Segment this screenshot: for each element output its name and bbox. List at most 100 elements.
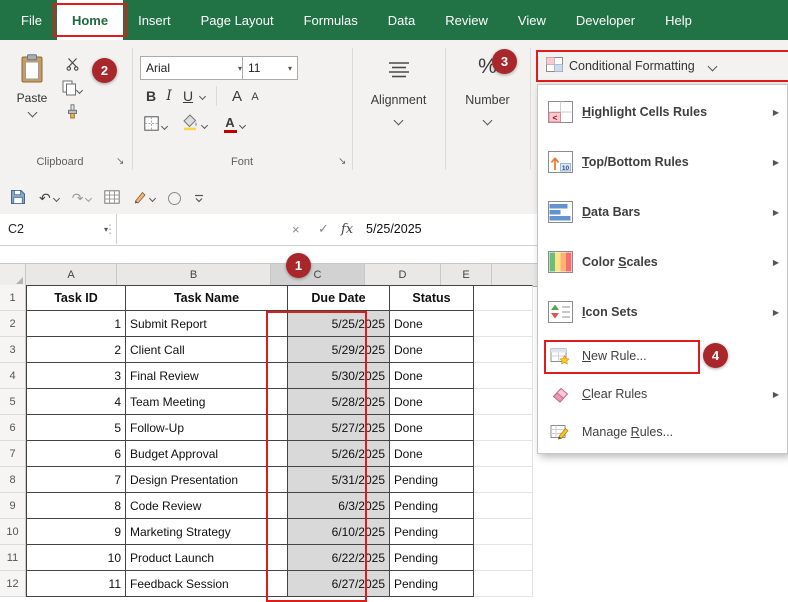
font-dialog-launcher[interactable]: ↘ <box>338 156 346 168</box>
fill-color-button[interactable] <box>180 114 208 136</box>
cell[interactable]: Marketing Strategy <box>126 519 288 545</box>
menu-item-data-bars[interactable]: Data Bars ▶ <box>538 187 787 237</box>
number-chevron[interactable] <box>445 114 530 126</box>
cell[interactable]: 7 <box>26 467 126 493</box>
shrink-font-button[interactable]: A <box>248 88 262 106</box>
cell[interactable] <box>474 311 533 337</box>
cell[interactable]: Budget Approval <box>126 441 288 467</box>
customize-qat-button[interactable] <box>194 191 204 207</box>
cell[interactable]: 2 <box>26 337 126 363</box>
cell[interactable]: 5/30/2025 <box>288 363 390 389</box>
cell[interactable] <box>474 389 533 415</box>
tab-home[interactable]: Home <box>57 0 123 40</box>
cell[interactable]: 9 <box>26 519 126 545</box>
cell[interactable]: 6/22/2025 <box>288 545 390 571</box>
name-box-splitter[interactable]: ⋮ <box>104 214 116 244</box>
cell[interactable]: 3 <box>26 363 126 389</box>
draw-button[interactable] <box>133 190 155 207</box>
cell[interactable]: 5/31/2025 <box>288 467 390 493</box>
borders-button[interactable] <box>142 116 168 136</box>
cell[interactable]: Client Call <box>126 337 288 363</box>
cell[interactable]: Done <box>390 311 474 337</box>
row-header[interactable]: 1 <box>0 285 26 311</box>
row-header[interactable]: 6 <box>0 415 26 441</box>
cell[interactable]: Code Review <box>126 493 288 519</box>
formula-input[interactable]: 5/25/2025 <box>366 214 422 244</box>
insert-function-button[interactable]: fx <box>341 214 353 244</box>
menu-item-clear-rules[interactable]: Clear Rules ▶ <box>538 375 787 413</box>
tab-developer[interactable]: Developer <box>561 0 650 40</box>
cell[interactable]: Done <box>390 441 474 467</box>
name-box[interactable]: C2 ▾ <box>0 214 117 244</box>
tab-formulas[interactable]: Formulas <box>289 0 373 40</box>
cell[interactable] <box>474 415 533 441</box>
cell[interactable]: 5/29/2025 <box>288 337 390 363</box>
bold-button[interactable]: B <box>142 86 160 106</box>
row-header[interactable]: 4 <box>0 363 26 389</box>
cell[interactable]: Pending <box>390 519 474 545</box>
clipboard-dialog-launcher[interactable]: ↘ <box>116 156 124 168</box>
cell[interactable] <box>474 337 533 363</box>
tab-help[interactable]: Help <box>650 0 707 40</box>
paste-button[interactable]: Paste <box>8 54 56 116</box>
save-button[interactable] <box>10 189 26 208</box>
cell-header[interactable]: Task ID <box>26 285 126 311</box>
cell[interactable]: 5/25/2025 <box>288 311 390 337</box>
grow-font-button[interactable]: A <box>228 86 246 106</box>
cell[interactable]: 5/28/2025 <box>288 389 390 415</box>
number-menu-button[interactable]: Number <box>445 92 530 108</box>
row-header[interactable]: 2 <box>0 311 26 337</box>
tab-review[interactable]: Review <box>430 0 503 40</box>
tab-data[interactable]: Data <box>373 0 430 40</box>
cell[interactable]: 4 <box>26 389 126 415</box>
cell[interactable] <box>474 441 533 467</box>
cancel-button[interactable]: × <box>292 214 300 244</box>
row-header[interactable]: 7 <box>0 441 26 467</box>
row-header[interactable]: 5 <box>0 389 26 415</box>
cell[interactable]: 6/27/2025 <box>288 571 390 597</box>
menu-item-highlight-cells-rules[interactable]: < Highlight Cells Rules ▶ <box>538 87 787 137</box>
cell[interactable]: 10 <box>26 545 126 571</box>
cell[interactable]: Feedback Session <box>126 571 288 597</box>
cell[interactable]: Team Meeting <box>126 389 288 415</box>
menu-item-color-scales[interactable]: Color Scales ▶ <box>538 237 787 287</box>
alignment-menu-button[interactable]: Alignment <box>352 92 445 108</box>
row-header[interactable]: 10 <box>0 519 26 545</box>
column-header-d[interactable]: D <box>365 264 441 286</box>
column-header-b[interactable]: B <box>117 264 271 286</box>
font-name-combo[interactable]: Arial ▾ <box>140 56 248 80</box>
row-header[interactable]: 12 <box>0 571 26 597</box>
cell[interactable]: Submit Report <box>126 311 288 337</box>
select-all-corner[interactable] <box>0 264 26 286</box>
alignment-chevron[interactable] <box>352 114 445 126</box>
enter-button[interactable]: ✓ <box>318 214 329 244</box>
menu-item-icon-sets[interactable]: Icon Sets ▶ <box>538 287 787 337</box>
cell[interactable]: 1 <box>26 311 126 337</box>
cell[interactable] <box>474 519 533 545</box>
autosave-indicator[interactable] <box>168 192 181 205</box>
column-header-a[interactable]: A <box>26 264 117 286</box>
conditional-formatting-button[interactable]: Conditional Formatting <box>540 53 788 79</box>
cell[interactable]: Done <box>390 415 474 441</box>
cell[interactable]: 6/10/2025 <box>288 519 390 545</box>
menu-item-top-bottom-rules[interactable]: 10 Top/Bottom Rules ▶ <box>538 137 787 187</box>
column-header-c[interactable]: C <box>271 264 365 286</box>
cell[interactable]: 5 <box>26 415 126 441</box>
cell[interactable] <box>474 545 533 571</box>
row-header[interactable]: 11 <box>0 545 26 571</box>
cell-header[interactable]: Status <box>390 285 474 311</box>
cell[interactable]: Done <box>390 337 474 363</box>
cell[interactable]: 6/3/2025 <box>288 493 390 519</box>
font-size-combo[interactable]: 11 ▾ <box>242 56 298 80</box>
row-header[interactable]: 3 <box>0 337 26 363</box>
cell[interactable]: Design Presentation <box>126 467 288 493</box>
row-header[interactable]: 9 <box>0 493 26 519</box>
cell[interactable]: Pending <box>390 493 474 519</box>
font-color-button[interactable]: A <box>220 114 248 136</box>
menu-item-new-rule[interactable]: New Rule... <box>538 337 787 375</box>
cell[interactable]: 5/27/2025 <box>288 415 390 441</box>
underline-button[interactable]: U <box>180 86 196 106</box>
table-borders-button[interactable] <box>104 190 120 207</box>
cell[interactable]: 8 <box>26 493 126 519</box>
cell[interactable]: Pending <box>390 467 474 493</box>
